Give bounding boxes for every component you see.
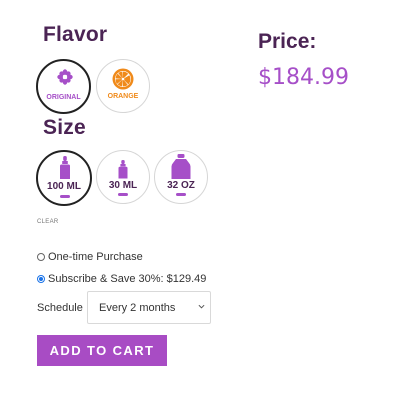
swatch-underline [176,193,186,196]
flavor-swatch-label: ORIGINAL [46,94,81,101]
add-to-cart-button[interactable]: ADD TO CART [37,335,167,366]
schedule-label: Schedule [37,302,83,314]
orange-slice-icon [112,68,134,90]
clear-selection-link[interactable]: CLEAR [37,219,59,225]
size-swatch-100ml[interactable]: 100 ML [36,150,92,206]
size-swatch-32oz[interactable]: 32 OZ [154,150,208,204]
product-options-panel: Flavor ORIGINAL ORANGE Size 100 ML 30 ML… [0,0,400,400]
one-time-purchase-option[interactable]: One-time Purchase [37,251,143,263]
subscribe-option[interactable]: Subscribe & Save 30%: $129.49 [37,273,206,285]
swatch-underline [60,195,70,198]
size-swatch-30ml[interactable]: 30 ML [96,150,150,204]
swatch-underline [118,193,128,196]
flavor-swatch-label: ORANGE [107,93,139,100]
jug-bottle-icon [171,154,191,179]
subscribe-label: Subscribe & Save 30%: $129.49 [48,273,207,285]
dropper-bottle-icon [118,160,128,179]
flavor-swatch-orange[interactable]: ORANGE [96,59,150,113]
size-swatch-label: 32 OZ [167,180,195,191]
size-heading: Size [43,116,86,139]
chevron-down-icon [198,304,205,309]
schedule-select[interactable]: Every 2 months [87,291,211,324]
subscribe-radio[interactable] [37,275,45,283]
schedule-select-value: Every 2 months [99,302,176,314]
price-heading: Price: [258,30,317,53]
flavor-heading: Flavor [43,23,108,46]
flower-icon [57,69,73,85]
size-swatch-label: 100 ML [47,181,81,192]
one-time-purchase-radio[interactable] [37,253,45,261]
one-time-purchase-label: One-time Purchase [48,251,143,263]
flavor-swatch-original[interactable]: ORIGINAL [36,59,91,114]
price-value: $184.99 [258,65,349,90]
dropper-bottle-icon [60,156,70,179]
size-swatch-label: 30 ML [108,180,138,191]
